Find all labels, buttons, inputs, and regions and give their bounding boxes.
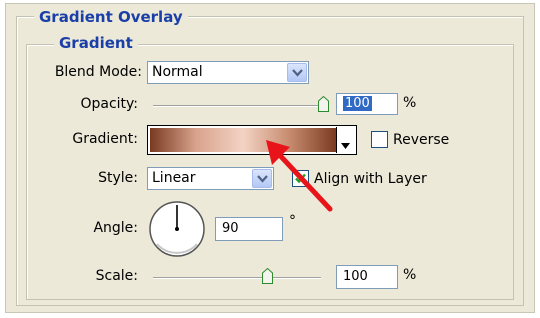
blend-mode-select[interactable]: Normal	[147, 61, 309, 84]
angle-input[interactable]: 90	[215, 217, 283, 241]
opacity-input[interactable]: 100	[336, 93, 398, 115]
scale-unit: %	[403, 267, 417, 283]
blend-mode-value: Normal	[152, 64, 203, 80]
reverse-checkbox[interactable]	[371, 131, 388, 148]
opacity-slider-track[interactable]	[153, 105, 323, 107]
opacity-unit: %	[403, 95, 417, 111]
angle-label: Angle:	[93, 220, 138, 236]
blend-mode-label: Blend Mode:	[54, 64, 142, 80]
opacity-slider-handle[interactable]	[317, 95, 329, 112]
chevron-down-icon[interactable]	[287, 63, 307, 82]
caret-down-icon	[341, 137, 350, 153]
angle-value: 90	[222, 221, 239, 236]
opacity-label: Opacity:	[80, 96, 138, 112]
gradient-label: Gradient:	[72, 131, 138, 147]
scale-slider-handle[interactable]	[261, 267, 273, 284]
style-select[interactable]: Linear	[147, 167, 274, 190]
opacity-value: 100	[343, 96, 372, 111]
scale-input[interactable]: 100	[336, 265, 398, 289]
angle-unit: °	[289, 213, 296, 229]
scale-value: 100	[343, 269, 368, 284]
gradient-dropdown-button[interactable]	[336, 127, 355, 153]
style-value: Linear	[152, 170, 196, 186]
scale-slider-track[interactable]	[153, 277, 321, 279]
subsection-title: Gradient	[54, 34, 138, 52]
style-label: Style:	[98, 170, 138, 186]
section-title: Gradient Overlay	[34, 8, 188, 26]
scale-label: Scale:	[95, 268, 138, 284]
angle-dial[interactable]	[148, 200, 206, 258]
reverse-label: Reverse	[393, 132, 450, 148]
annotation-arrow-icon	[266, 140, 333, 212]
